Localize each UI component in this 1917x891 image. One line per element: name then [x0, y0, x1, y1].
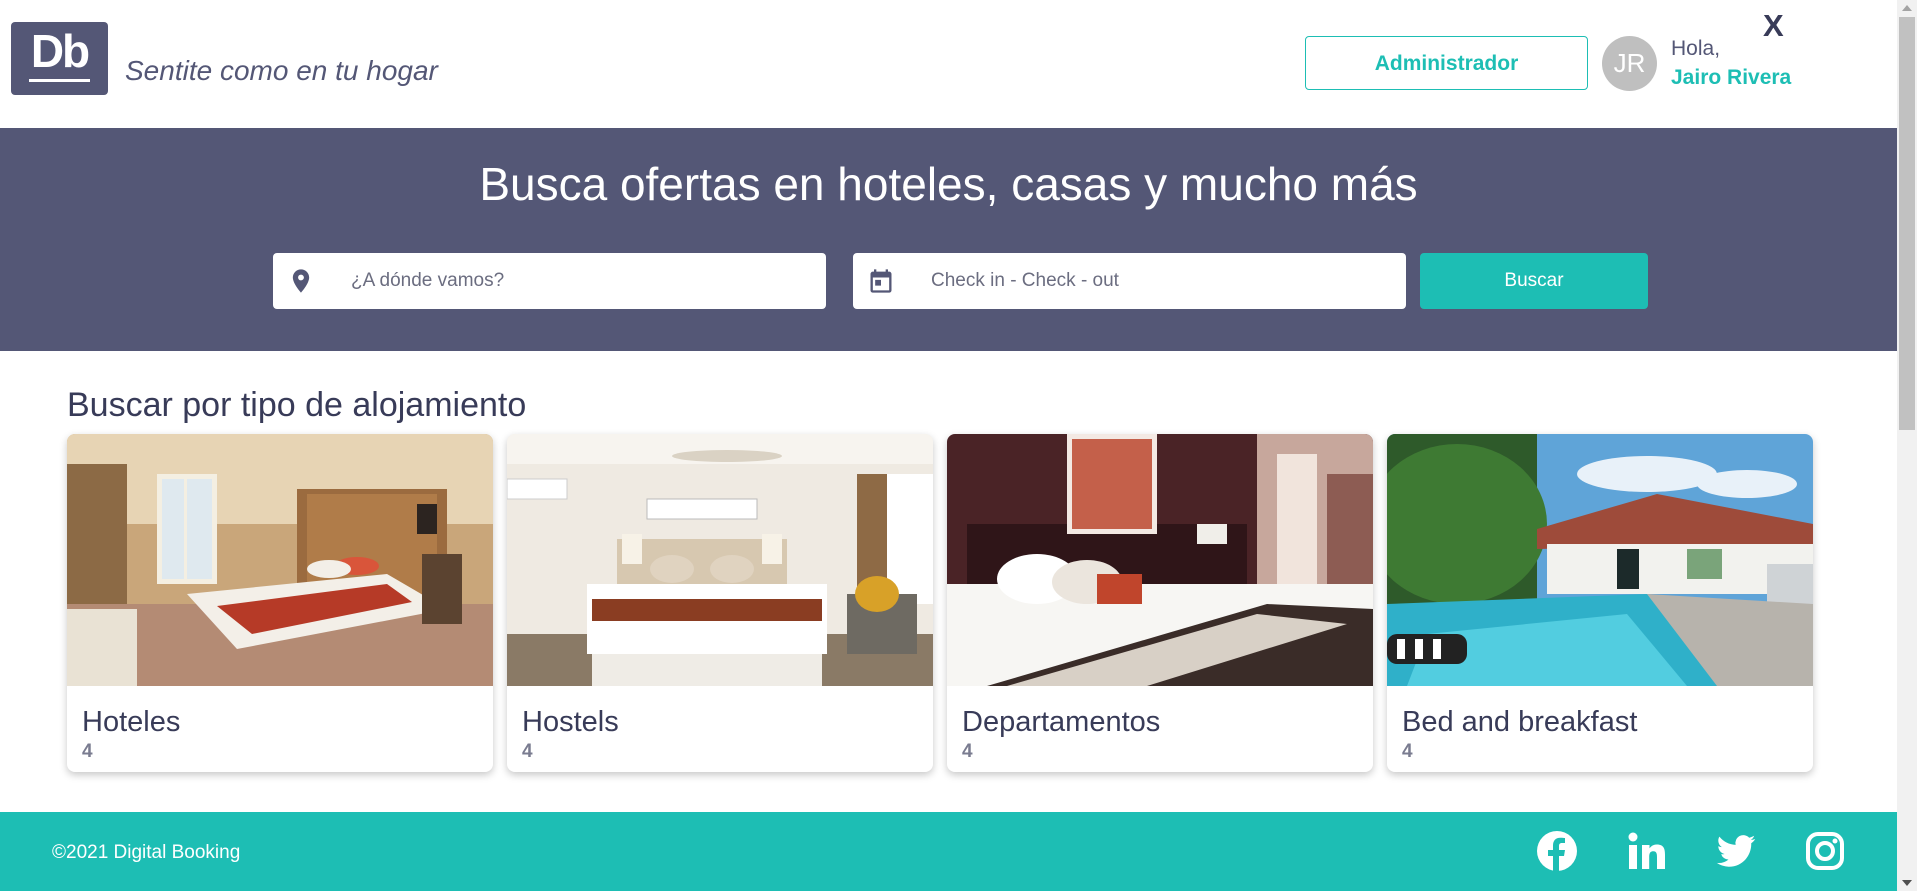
- instagram-icon[interactable]: [1804, 830, 1846, 872]
- category-image-bed-and-breakfast: [1387, 434, 1813, 686]
- vertical-scrollbar[interactable]: [1897, 0, 1917, 891]
- facebook-icon[interactable]: [1536, 830, 1578, 872]
- category-card-departamentos[interactable]: Departamentos 4: [947, 434, 1373, 772]
- category-card-hostels[interactable]: Hostels 4: [507, 434, 933, 772]
- destination-input[interactable]: [333, 253, 803, 309]
- destination-field[interactable]: [273, 253, 826, 309]
- scrollbar-thumb[interactable]: [1899, 17, 1915, 430]
- search-title: Busca ofertas en hoteles, casas y mucho …: [479, 158, 1418, 210]
- category-title: Bed and breakfast: [1402, 706, 1638, 738]
- close-icon[interactable]: X: [1763, 8, 1784, 44]
- avatar: JR: [1602, 36, 1657, 91]
- logo[interactable]: Db: [11, 22, 108, 95]
- category-title: Hoteles: [82, 706, 181, 738]
- logo-text: Db: [30, 25, 90, 77]
- slogan: Sentite como en tu hogar: [125, 55, 438, 86]
- categories-title: Buscar por tipo de alojamiento: [67, 386, 527, 424]
- search-button[interactable]: Buscar: [1420, 253, 1648, 309]
- category-count: 4: [82, 741, 93, 762]
- scroll-down-icon[interactable]: [1902, 880, 1912, 886]
- copyright-text: ©2021 Digital Booking: [52, 842, 241, 863]
- category-count: 4: [1402, 741, 1413, 762]
- category-card-hoteles[interactable]: Hoteles 4: [67, 434, 493, 772]
- linkedin-icon[interactable]: [1626, 830, 1668, 872]
- date-range-field[interactable]: [853, 253, 1406, 309]
- logo-underline: [29, 79, 90, 82]
- category-count: 4: [522, 741, 533, 762]
- scroll-up-icon[interactable]: [1902, 5, 1912, 11]
- calendar-icon: [867, 267, 895, 295]
- category-count: 4: [962, 741, 973, 762]
- site-header: Db Sentite como en tu hogar Administrado…: [0, 0, 1897, 128]
- category-image-hoteles: [67, 434, 493, 686]
- admin-button[interactable]: Administrador: [1305, 36, 1588, 90]
- category-title: Hostels: [522, 706, 619, 738]
- user-name: Jairo Rivera: [1671, 66, 1792, 89]
- twitter-icon[interactable]: [1715, 830, 1757, 872]
- category-image-departamentos: [947, 434, 1373, 686]
- greeting-text: Hola,: [1671, 37, 1721, 60]
- location-pin-icon: [287, 267, 315, 295]
- category-image-hostels: [507, 434, 933, 686]
- site-footer: ©2021 Digital Booking: [0, 812, 1897, 891]
- search-section: Busca ofertas en hoteles, casas y mucho …: [0, 128, 1897, 351]
- category-card-bed-and-breakfast[interactable]: Bed and breakfast 4: [1387, 434, 1813, 772]
- category-title: Departamentos: [962, 706, 1161, 738]
- date-range-input[interactable]: [913, 253, 1383, 309]
